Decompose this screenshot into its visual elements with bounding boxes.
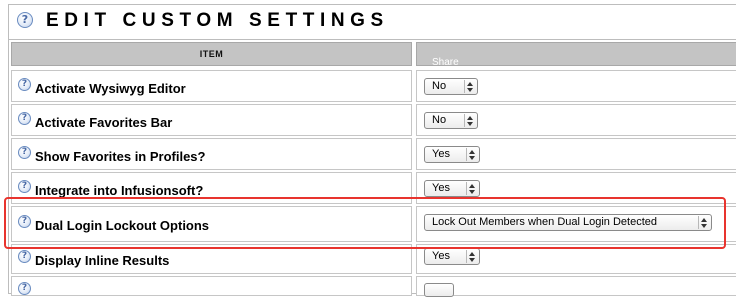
- title-bar: ? EDIT CUSTOM SETTINGS: [9, 5, 736, 40]
- setting-row-label-cell: ? Dual Login Lockout Options: [11, 206, 412, 242]
- select-arrows-icon: [466, 250, 476, 263]
- setting-input[interactable]: [424, 283, 454, 297]
- select-arrows-icon: [466, 148, 476, 161]
- setting-row-label-cell: ? Display Inline Results: [11, 244, 412, 274]
- setting-label: Activate Favorites Bar: [35, 115, 173, 130]
- infusionsoft-select[interactable]: Yes: [424, 180, 480, 197]
- select-arrows-icon: [466, 182, 476, 195]
- setting-value-cell: [416, 276, 736, 297]
- select-value: Lock Out Members when Dual Login Detecte…: [432, 216, 658, 228]
- setting-label: Activate Wysiwyg Editor: [35, 81, 186, 96]
- column-header-item-label: ITEM: [199, 49, 224, 59]
- select-value: Yes: [432, 250, 450, 262]
- setting-value-cell: No: [416, 70, 736, 102]
- help-icon[interactable]: ?: [18, 146, 31, 159]
- setting-value-cell: Yes: [416, 244, 736, 274]
- select-value: Yes: [432, 182, 450, 194]
- setting-label: Integrate into Infusionsoft?: [35, 183, 204, 198]
- select-value: No: [432, 80, 447, 92]
- help-icon[interactable]: ?: [18, 250, 31, 263]
- help-icon[interactable]: ?: [18, 180, 31, 193]
- setting-label: Show Favorites in Profiles?: [35, 149, 206, 164]
- setting-label: Dual Login Lockout Options: [35, 218, 210, 233]
- select-arrows-icon: [464, 114, 474, 127]
- select-value: Yes: [432, 148, 450, 160]
- column-header-value: [416, 42, 736, 66]
- select-arrows-icon: [464, 80, 474, 93]
- setting-value-cell: Lock Out Members when Dual Login Detecte…: [416, 206, 736, 242]
- wysiwyg-select[interactable]: No: [424, 78, 478, 95]
- help-icon[interactable]: ?: [18, 282, 31, 295]
- select-value: No: [432, 114, 447, 126]
- setting-value-cell: Yes: [416, 138, 736, 170]
- setting-row-label-cell: ? Show Favorites in Profiles?: [11, 138, 412, 170]
- favorites-profiles-select[interactable]: Yes: [424, 146, 480, 163]
- page-title: EDIT CUSTOM SETTINGS: [46, 10, 389, 31]
- setting-row-label-cell: ?: [11, 276, 412, 296]
- help-icon[interactable]: ?: [18, 78, 31, 91]
- dual-login-lockout-select[interactable]: Lock Out Members when Dual Login Detecte…: [424, 214, 712, 231]
- favorites-bar-select[interactable]: No: [424, 112, 478, 129]
- column-header-item: ITEM: [11, 42, 412, 66]
- share-overlay-label[interactable]: Share: [432, 57, 459, 68]
- select-arrows-icon: [698, 216, 708, 229]
- inline-results-select[interactable]: Yes: [424, 248, 480, 265]
- setting-row-label-cell: ? Activate Favorites Bar: [11, 104, 412, 136]
- help-icon[interactable]: ?: [17, 12, 33, 28]
- setting-value-cell: No: [416, 104, 736, 136]
- setting-value-cell: Yes: [416, 172, 736, 204]
- setting-row-label-cell: ? Activate Wysiwyg Editor: [11, 70, 412, 102]
- setting-label: Display Inline Results: [35, 253, 170, 268]
- setting-row-label-cell: ? Integrate into Infusionsoft?: [11, 172, 412, 204]
- help-icon[interactable]: ?: [18, 215, 31, 228]
- help-icon[interactable]: ?: [18, 112, 31, 125]
